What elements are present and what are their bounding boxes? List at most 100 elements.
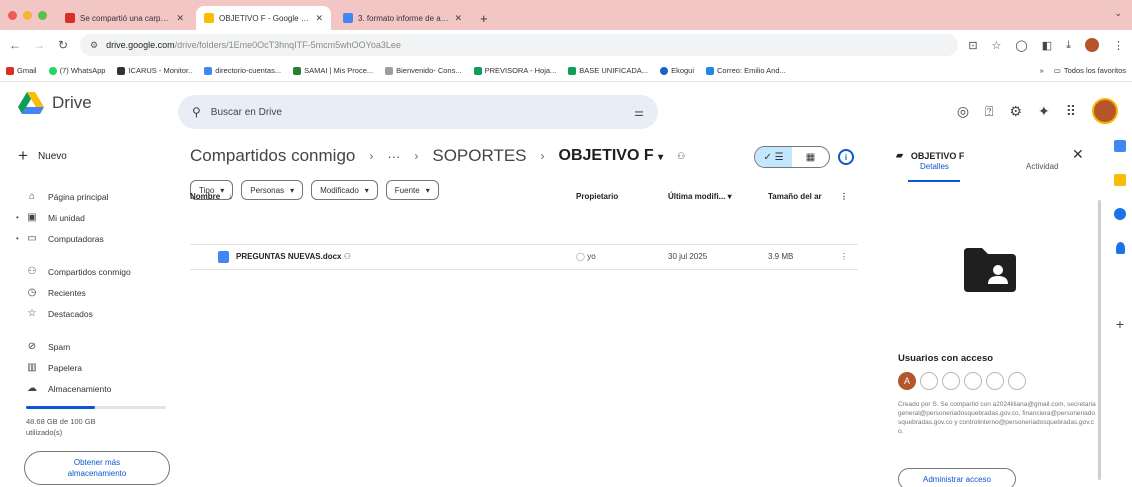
expand-icon[interactable]: •	[16, 234, 19, 243]
sidebar-item-shared[interactable]: ⚇ Compartidos conmigo	[0, 261, 180, 282]
user-icon	[964, 372, 982, 390]
bookmark-item[interactable]: PREVISORA - Hoja...	[473, 66, 557, 75]
close-tab-icon[interactable]: ✕	[176, 13, 184, 24]
sidebar-item-label: Compartidos conmigo	[48, 266, 131, 277]
bookmark-item[interactable]: BASE UNIFICADA...	[568, 66, 648, 75]
column-owner[interactable]: Propietario	[576, 192, 618, 201]
new-tab-button[interactable]: +	[474, 6, 494, 30]
bookmark-item[interactable]: ICARUS - Monitor..	[117, 66, 192, 75]
forward-icon[interactable]: →	[32, 38, 46, 52]
sidebar-item-label: Recientes	[48, 287, 86, 298]
download-icon[interactable]: ⤓	[1066, 39, 1071, 52]
search-icon[interactable]: ⚲	[192, 105, 201, 119]
icarus-icon	[117, 66, 126, 75]
bookmark-label: Gmail	[17, 66, 37, 75]
account-avatar[interactable]	[1092, 98, 1118, 124]
add-app-icon[interactable]: +	[1116, 316, 1124, 332]
apps-grid-icon[interactable]: ⠿	[1066, 103, 1076, 120]
url-path: /drive/folders/1Eme0OcT3hnqITF-5mcm5whOO…	[174, 40, 401, 50]
profile-avatar[interactable]	[1085, 38, 1099, 52]
sidebar-icon[interactable]: ◧	[1042, 39, 1052, 52]
sidebar-item-my-drive[interactable]: • ▣ Mi unidad	[0, 207, 180, 228]
browser-tab-drive[interactable]: OBJETIVO F - Google Drive ✕	[196, 6, 331, 30]
file-name-label: PREGUNTAS NUEVAS.docx	[236, 252, 342, 261]
manage-access-button[interactable]: Administrar acceso	[898, 468, 1016, 487]
bookmark-item[interactable]: directorio-cuentas...	[204, 66, 281, 75]
back-icon[interactable]: ←	[8, 38, 22, 52]
breadcrumb-current[interactable]: OBJETIVO F ▾	[559, 147, 664, 165]
browser-tab-docs[interactable]: 3. formato informe de activi ✕	[335, 6, 470, 30]
bookmark-label: PREVISORA - Hoja...	[484, 66, 557, 75]
tab-search-icon[interactable]: ⌄	[1114, 8, 1122, 19]
expand-icon[interactable]: •	[16, 213, 19, 222]
bookmark-item[interactable]: Gmail	[6, 66, 37, 75]
drive-logo[interactable]: Drive	[18, 92, 92, 114]
maximize-window-icon[interactable]	[38, 10, 47, 20]
tasks-icon[interactable]	[1114, 208, 1126, 220]
extension-icon[interactable]: ◯	[1015, 39, 1027, 52]
sort-arrow-icon[interactable]: ↓	[228, 192, 232, 201]
bookmark-item[interactable]: Correo: Emilio And...	[706, 66, 786, 75]
search-input[interactable]: ⚲ Buscar en Drive ⚌	[178, 95, 658, 129]
address-input[interactable]: ⚙ drive.google.com/drive/folders/1Eme0Oc…	[80, 34, 959, 56]
bookmark-item[interactable]: Bienvenido- Cons...	[385, 66, 462, 75]
breadcrumb-ellipsis[interactable]: ···	[387, 149, 400, 164]
panel-scrollbar[interactable]	[1098, 200, 1101, 480]
sidebar-item-home[interactable]: ⌂ Página principal	[0, 186, 180, 207]
site-info-icon[interactable]: ⚙	[90, 40, 98, 51]
breadcrumb-shared[interactable]: Compartidos conmigo	[190, 146, 355, 166]
new-button[interactable]: + Nuevo	[14, 142, 100, 170]
bookmark-item[interactable]: SAMAI | Mis Proce...	[293, 66, 373, 75]
minimize-window-icon[interactable]	[23, 10, 32, 20]
help-icon[interactable]: ⍰	[985, 103, 993, 120]
sidebar-item-starred[interactable]: ☆ Destacados	[0, 303, 180, 324]
star-icon: ☆	[27, 308, 37, 319]
sidebar-item-computers[interactable]: • ▭ Computadoras	[0, 228, 180, 249]
search-options-icon[interactable]: ⚌	[634, 106, 644, 119]
column-options-icon[interactable]: ⋮	[840, 192, 848, 201]
column-size[interactable]: Tamaño del ar	[768, 192, 822, 201]
access-avatars[interactable]: A	[898, 372, 1026, 390]
sharing-note: Creado por S. Se compartió con a2024lili…	[898, 401, 1096, 435]
sidebar-item-recent[interactable]: ◷ Recientes	[0, 282, 180, 303]
gemini-icon[interactable]: ✦	[1038, 103, 1050, 120]
column-name[interactable]: Nombre ↓	[190, 192, 232, 201]
tab-activity[interactable]: Actividad	[1026, 162, 1058, 171]
bookmark-item[interactable]: (7) WhatsApp	[48, 66, 105, 75]
user-icon	[920, 372, 938, 390]
table-row[interactable]: PREGUNTAS NUEVAS.docx ⚇ ◯ yo 30 jul 2025…	[190, 244, 858, 270]
close-icon[interactable]: ✕	[1072, 146, 1084, 163]
bookmark-star-icon[interactable]: ☆	[992, 39, 1002, 52]
info-icon[interactable]: i	[838, 149, 854, 165]
tab-details[interactable]: Detalles	[920, 162, 949, 171]
contacts-icon[interactable]	[1115, 242, 1125, 254]
browser-tab-gmail[interactable]: Se compartió una carpeta c ✕	[57, 6, 192, 30]
all-bookmarks-button[interactable]: ▭ Todos los favoritos	[1054, 66, 1126, 75]
column-modified[interactable]: Última modifi... ▾	[668, 192, 732, 201]
more-bookmarks-icon[interactable]: »	[1040, 66, 1044, 75]
translate-icon[interactable]: ⊡	[968, 39, 977, 52]
details-title: ▰ OBJETIVO F	[896, 150, 964, 161]
chevron-right-icon: ›	[414, 149, 419, 163]
list-view-button[interactable]: ✓ ☰	[755, 147, 792, 167]
get-more-storage-button[interactable]: Obtener más almacenamiento	[24, 451, 170, 485]
breadcrumb-soportes[interactable]: SOPORTES	[432, 146, 526, 166]
reload-icon[interactable]: ↻	[56, 38, 70, 52]
sidebar-item-spam[interactable]: ⊘ Spam	[0, 336, 180, 357]
bookmarks-bar: Gmail (7) WhatsApp ICARUS - Monitor.. di…	[0, 60, 1132, 82]
file-name[interactable]: PREGUNTAS NUEVAS.docx ⚇	[236, 252, 351, 261]
calendar-icon[interactable]	[1114, 140, 1126, 152]
bookmark-item[interactable]: Ekogui	[660, 66, 694, 75]
settings-icon[interactable]: ⚙	[1009, 103, 1022, 120]
close-tab-icon[interactable]: ✕	[315, 13, 323, 24]
sidebar-item-storage[interactable]: ☁ Almacenamiento	[0, 378, 180, 399]
sidebar-item-trash[interactable]: ▥ Papelera	[0, 357, 180, 378]
bookmark-label: Correo: Emilio And...	[717, 66, 786, 75]
close-window-icon[interactable]	[8, 10, 17, 20]
close-tab-icon[interactable]: ✕	[454, 13, 462, 24]
keep-icon[interactable]	[1114, 174, 1126, 186]
grid-view-button[interactable]: ▦	[792, 147, 829, 167]
browser-menu-icon[interactable]: ⋮	[1113, 39, 1124, 52]
status-icon[interactable]: ◎	[957, 103, 969, 120]
row-more-icon[interactable]: ⋮	[840, 252, 848, 261]
